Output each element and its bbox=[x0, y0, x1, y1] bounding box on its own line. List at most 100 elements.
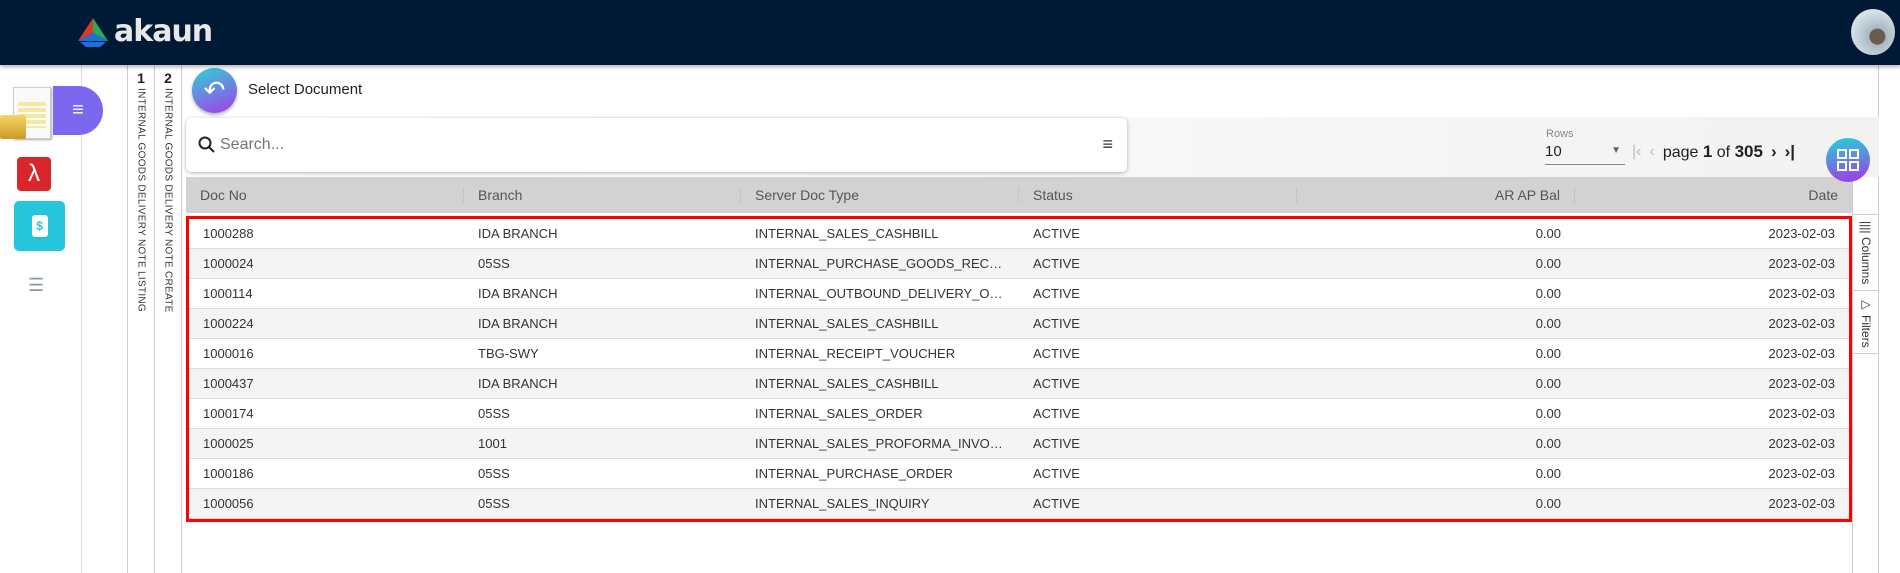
table-cell: INTERNAL_SALES_CASHBILL bbox=[755, 316, 939, 331]
current-page: 1 bbox=[1702, 142, 1713, 161]
table-cell: 05SS bbox=[478, 256, 510, 271]
table-cell: 2023-02-03 bbox=[1768, 496, 1836, 511]
table-cell: 1000024 bbox=[203, 256, 254, 271]
rows-per-page-select[interactable]: 10 ▼ bbox=[1545, 143, 1625, 165]
table-cell: 05SS bbox=[478, 406, 510, 421]
back-button[interactable]: ↶ bbox=[192, 68, 237, 113]
invoice-app-icon[interactable]: $ bbox=[14, 201, 65, 251]
table-cell: 2023-02-03 bbox=[1768, 316, 1836, 331]
table-row[interactable]: 1000114 IDA BRANCH INTERNAL_OUTBOUND_DELIV… bbox=[189, 279, 1849, 309]
table-row[interactable]: 1000056 05SS INTERNAL_SALES_INQUIRY ACTIVE 0… bbox=[189, 489, 1849, 519]
top-bar: akaun bbox=[0, 0, 1900, 65]
column-header[interactable]: Date bbox=[1575, 187, 1852, 203]
table-cell: 2023-02-03 bbox=[1768, 466, 1836, 481]
delivery-note-app-icon[interactable] bbox=[0, 85, 54, 143]
table-cell: ACTIVE bbox=[1033, 256, 1080, 271]
column-header[interactable]: Server Doc Type bbox=[741, 187, 1019, 203]
column-header[interactable]: Doc No bbox=[186, 187, 464, 203]
table-cell: 1000056 bbox=[203, 496, 254, 511]
table-cell: ACTIVE bbox=[1033, 286, 1080, 301]
table-cell: 0.00 bbox=[1535, 256, 1561, 271]
table-cell: 1000288 bbox=[203, 226, 254, 241]
dropdown-arrow-icon: ▼ bbox=[1611, 145, 1621, 156]
table-row[interactable]: 1000437 IDA BRANCH INTERNAL_SALES_CASHBILL… bbox=[189, 369, 1849, 399]
table-cell: 2023-02-03 bbox=[1768, 376, 1836, 391]
table-row[interactable]: 1000224 IDA BRANCH INTERNAL_SALES_CASHBILL… bbox=[189, 309, 1849, 339]
sidebar-divider bbox=[82, 65, 128, 573]
tab-label: INTERNAL GOODS DELIVERY NOTE CREATE bbox=[162, 88, 174, 313]
akaun-logo[interactable]: akaun bbox=[76, 14, 213, 49]
total-pages: 305 bbox=[1734, 142, 1763, 161]
table-cell: 0.00 bbox=[1535, 346, 1561, 361]
table-cell: ACTIVE bbox=[1033, 406, 1080, 421]
list-icon[interactable]: ☰ bbox=[28, 275, 44, 296]
filters-button[interactable]: ▷ Filters bbox=[1853, 291, 1879, 355]
column-header[interactable]: Status bbox=[1019, 187, 1297, 203]
table-row[interactable]: 1000288 IDA BRANCH INTERNAL_SALES_CASHBILL… bbox=[189, 219, 1849, 249]
tab-listing[interactable]: 1 INTERNAL GOODS DELIVERY NOTE LISTING bbox=[128, 65, 155, 573]
rows-label: Rows bbox=[1546, 128, 1574, 140]
table-cell: 0.00 bbox=[1535, 226, 1561, 241]
last-page-button[interactable]: ›| bbox=[1785, 142, 1795, 162]
logo-icon bbox=[78, 17, 108, 47]
table-row[interactable]: 1000016 TBG-SWY INTERNAL_RECEIPT_VOUCHER AC… bbox=[189, 339, 1849, 369]
table-cell: 1000016 bbox=[203, 346, 254, 361]
pagination: |‹ ‹ page 1 of 305 › ›| bbox=[1632, 142, 1795, 162]
table-cell: 2023-02-03 bbox=[1768, 256, 1836, 271]
toolbar: ≡ Rows 10 ▼ |‹ ‹ page 1 of 305 › ›| bbox=[184, 117, 1879, 177]
table-cell: 0.00 bbox=[1535, 316, 1561, 331]
prev-page-button[interactable]: ‹ bbox=[1649, 143, 1654, 161]
search-icon bbox=[198, 136, 215, 153]
side-panel: |||| Columns ▷ Filters bbox=[1852, 177, 1879, 573]
table-cell: 0.00 bbox=[1535, 496, 1561, 511]
table-cell: INTERNAL_PURCHASE_GOODS_RECEIVED_NOTE bbox=[755, 256, 1019, 271]
table-cell: INTERNAL_PURCHASE_ORDER bbox=[755, 466, 953, 481]
table-cell: IDA BRANCH bbox=[478, 376, 558, 391]
table-cell: IDA BRANCH bbox=[478, 226, 558, 241]
table-body-highlighted: 1000288 IDA BRANCH INTERNAL_SALES_CASHBILL… bbox=[186, 216, 1852, 522]
table-row[interactable]: 1000025 1001 INTERNAL_SALES_PROFORMA_INVOI… bbox=[189, 429, 1849, 459]
grid-view-button[interactable] bbox=[1826, 138, 1870, 182]
table-cell: ACTIVE bbox=[1033, 316, 1080, 331]
sidebar: ≡ λ $ ☰ bbox=[0, 65, 103, 573]
table-cell: 1000025 bbox=[203, 436, 254, 451]
table-cell: ACTIVE bbox=[1033, 466, 1080, 481]
table-cell: ACTIVE bbox=[1033, 496, 1080, 511]
next-page-button[interactable]: › bbox=[1771, 142, 1777, 162]
logo-text: akaun bbox=[114, 14, 213, 49]
grid-icon bbox=[1837, 149, 1859, 171]
table-cell: 2023-02-03 bbox=[1768, 406, 1836, 421]
table-row[interactable]: 1000024 05SS INTERNAL_PURCHASE_GOODS_RECEI… bbox=[189, 249, 1849, 279]
pdf-app-icon[interactable]: λ bbox=[17, 157, 51, 191]
menu-toggle-button[interactable]: ≡ bbox=[53, 86, 103, 135]
table-cell: 0.00 bbox=[1535, 376, 1561, 391]
table-cell: IDA BRANCH bbox=[478, 286, 558, 301]
filter-icon[interactable]: ≡ bbox=[1102, 134, 1113, 155]
table-cell: 2023-02-03 bbox=[1768, 436, 1836, 451]
table-cell: TBG-SWY bbox=[478, 346, 539, 361]
tab-label: INTERNAL GOODS DELIVERY NOTE LISTING bbox=[135, 88, 147, 312]
user-avatar[interactable] bbox=[1851, 9, 1895, 55]
table-cell: 0.00 bbox=[1535, 436, 1561, 451]
column-header[interactable]: Branch bbox=[464, 187, 741, 203]
search-box: ≡ bbox=[186, 118, 1127, 172]
table-cell: ACTIVE bbox=[1033, 226, 1080, 241]
filters-label: Filters bbox=[1859, 314, 1873, 348]
column-header[interactable]: AR AP Bal bbox=[1297, 187, 1575, 203]
table-cell: 1000174 bbox=[203, 406, 254, 421]
table-cell: ACTIVE bbox=[1033, 376, 1080, 391]
tab-create[interactable]: 2 INTERNAL GOODS DELIVERY NOTE CREATE bbox=[155, 65, 182, 573]
search-input[interactable] bbox=[220, 136, 1020, 154]
first-page-button[interactable]: |‹ bbox=[1632, 143, 1641, 161]
table-cell: ACTIVE bbox=[1033, 436, 1080, 451]
table-row[interactable]: 1000174 05SS INTERNAL_SALES_ORDER ACTIVE 0.0… bbox=[189, 399, 1849, 429]
table-cell: INTERNAL_SALES_ORDER bbox=[755, 406, 923, 421]
tab-number: 2 bbox=[164, 70, 172, 86]
table-cell: INTERNAL_RECEIPT_VOUCHER bbox=[755, 346, 956, 361]
back-arrow-icon: ↶ bbox=[203, 75, 226, 105]
table-cell: 05SS bbox=[478, 496, 510, 511]
columns-button[interactable]: |||| Columns bbox=[1853, 215, 1879, 292]
table-cell: 05SS bbox=[478, 466, 510, 481]
table-row[interactable]: 1000186 05SS INTERNAL_PURCHASE_ORDER ACTIVE… bbox=[189, 459, 1849, 489]
table-cell: INTERNAL_OUTBOUND_DELIVERY_ORDER bbox=[755, 286, 1019, 301]
